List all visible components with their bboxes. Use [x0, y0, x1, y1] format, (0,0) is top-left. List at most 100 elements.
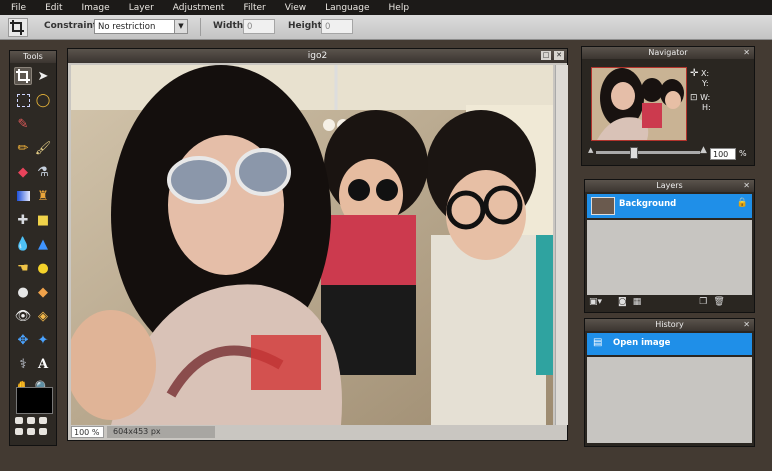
history-entry[interactable]: ▤ Open image	[587, 333, 752, 355]
gradient-icon[interactable]	[14, 187, 32, 205]
y-label: Y:	[702, 79, 709, 88]
image-canvas[interactable]	[71, 65, 553, 425]
menu-adjustment[interactable]: Adjustment	[162, 3, 233, 13]
status-bar: 100 % 604x453 px	[71, 426, 553, 439]
menu-bar: File Edit Image Layer Adjustment Filter …	[0, 0, 772, 15]
height-label: Height:	[288, 21, 326, 31]
document-title: igo2	[307, 51, 328, 61]
dodge-icon[interactable]: ◆	[34, 283, 52, 301]
eraser-icon[interactable]: ◆	[14, 163, 32, 181]
options-bar: Constraint: No restriction ▼ Width: 0 He…	[0, 15, 772, 40]
height-field[interactable]: 0	[321, 19, 353, 34]
close-icon[interactable]: ✕	[743, 180, 750, 192]
tools-panel: Tools ➤ ◯ ✎ ✏ 🖌 ◆ ⚗ ♜ ✚ ■ 💧 ▲ ☚ ● ● ◆ 👁 …	[9, 50, 57, 446]
lasso-icon[interactable]: ◯	[34, 91, 52, 109]
constraint-label: Constraint:	[44, 21, 101, 31]
menu-layer[interactable]: Layer	[118, 3, 162, 13]
layers-title-text: Layers	[656, 181, 683, 190]
brush-icon[interactable]: 🖌	[34, 139, 52, 157]
marquee-icon[interactable]	[14, 91, 32, 109]
wand-icon[interactable]: ✎	[14, 115, 32, 133]
heal-icon[interactable]: ✚	[14, 211, 32, 229]
photo	[71, 65, 553, 425]
quick-buttons	[15, 417, 53, 439]
document-title-bar[interactable]: igo2 □ ✕	[68, 49, 567, 63]
layer-row[interactable]: Background 🔒	[587, 194, 752, 218]
menu-language[interactable]: Language	[314, 3, 377, 13]
tool-grid: ➤ ◯ ✎ ✏ 🖌 ◆ ⚗ ♜ ✚ ■ 💧 ▲ ☚ ● ● ◆ 👁 ◈ ✥ ✦ …	[14, 67, 54, 403]
zoom-out-icon[interactable]: ▲	[588, 146, 593, 154]
bloat-icon[interactable]: ◈	[34, 307, 52, 325]
smudge-icon[interactable]: ☚	[14, 259, 32, 277]
layer-style-icon[interactable]: ▦	[633, 297, 642, 309]
quick-button[interactable]	[15, 428, 23, 435]
history-list-area	[587, 357, 752, 443]
layer-settings-icon[interactable]: ▣▾	[589, 297, 602, 309]
type-icon[interactable]: A	[34, 355, 52, 373]
quick-button[interactable]	[39, 417, 47, 424]
divider	[200, 18, 201, 36]
sharpen-icon[interactable]: ▲	[34, 235, 52, 253]
navigator-title-text: Navigator	[648, 48, 688, 57]
color-swatch[interactable]	[16, 387, 53, 414]
zoom-percent-label: %	[739, 149, 747, 158]
replace-color-icon[interactable]: ■	[34, 211, 52, 229]
spray-icon[interactable]: ⚗	[34, 163, 52, 181]
eyedropper-icon[interactable]: ⚕	[14, 355, 32, 373]
red-eye-icon[interactable]: 👁	[14, 307, 32, 325]
chevron-down-icon[interactable]: ▼	[174, 20, 187, 33]
move-icon[interactable]: ➤	[34, 67, 52, 85]
colorize-icon[interactable]: ✦	[34, 331, 52, 349]
history-title-text: History	[655, 320, 684, 329]
crop-icon[interactable]	[14, 67, 32, 85]
history-panel: History ✕ ▤ Open image	[584, 318, 755, 447]
quick-button[interactable]	[15, 417, 23, 424]
pencil-icon[interactable]: ✏	[14, 139, 32, 157]
navigator-thumbnail[interactable]	[591, 67, 687, 141]
menu-image[interactable]: Image	[71, 3, 118, 13]
close-icon[interactable]: ✕	[743, 319, 750, 331]
quick-button[interactable]	[27, 428, 35, 435]
history-entry-label: Open image	[613, 338, 671, 348]
width-label: Width:	[213, 21, 247, 31]
close-icon[interactable]: ✕	[743, 47, 750, 59]
layer-actions: ▣▾ ◙ ▦ ❐ 🗑	[589, 297, 752, 309]
window-buttons: □ ✕	[541, 51, 564, 60]
zoom-slider[interactable]	[596, 147, 700, 159]
layers-list-area	[587, 220, 752, 295]
vertical-scrollbar[interactable]	[555, 65, 568, 425]
width-field[interactable]: 0	[243, 19, 275, 34]
document-window: igo2 □ ✕ 100 % 604x453 px	[67, 48, 568, 441]
menu-help[interactable]: Help	[378, 3, 418, 13]
close-icon[interactable]: ✕	[554, 51, 564, 60]
quick-button[interactable]	[39, 428, 47, 435]
menu-file[interactable]: File	[0, 3, 34, 13]
constraint-select[interactable]: No restriction ▼	[94, 19, 188, 34]
menu-edit[interactable]: Edit	[34, 3, 70, 13]
maximize-icon[interactable]: □	[541, 51, 551, 60]
menu-filter[interactable]: Filter	[232, 3, 273, 13]
burn-icon[interactable]: ●	[14, 283, 32, 301]
layer-mask-icon[interactable]: ◙	[618, 297, 627, 309]
drop-icon[interactable]: 💧	[14, 235, 32, 253]
layer-name: Background	[619, 199, 677, 209]
image-dimensions: 604x453 px	[107, 426, 215, 438]
menu-view[interactable]: View	[274, 3, 314, 13]
document-icon: ▤	[593, 337, 603, 348]
zoom-slider-handle[interactable]	[630, 147, 638, 159]
zoom-in-icon[interactable]: ▲	[700, 145, 707, 155]
quick-button[interactable]	[27, 417, 35, 424]
zoom-field[interactable]: 100 %	[71, 426, 104, 438]
new-layer-icon[interactable]: ❐	[699, 297, 707, 309]
navigator-panel: Navigator ✕ ✛ X: Y: ⊡ W: H: ▲ ▲ 100 %	[581, 46, 755, 166]
lock-icon[interactable]: 🔒	[737, 198, 748, 208]
crop-tool-icon[interactable]	[8, 18, 28, 37]
pinch-icon[interactable]: ✥	[14, 331, 32, 349]
layers-title: Layers ✕	[585, 180, 754, 192]
stamp-icon[interactable]: ♜	[34, 187, 52, 205]
history-title: History ✕	[585, 319, 754, 331]
sponge-icon[interactable]: ●	[34, 259, 52, 277]
delete-layer-icon[interactable]: 🗑	[713, 297, 724, 309]
layers-panel: Layers ✕ Background 🔒 ▣▾ ◙ ▦ ❐ 🗑	[584, 179, 755, 313]
zoom-input[interactable]: 100	[710, 148, 736, 160]
